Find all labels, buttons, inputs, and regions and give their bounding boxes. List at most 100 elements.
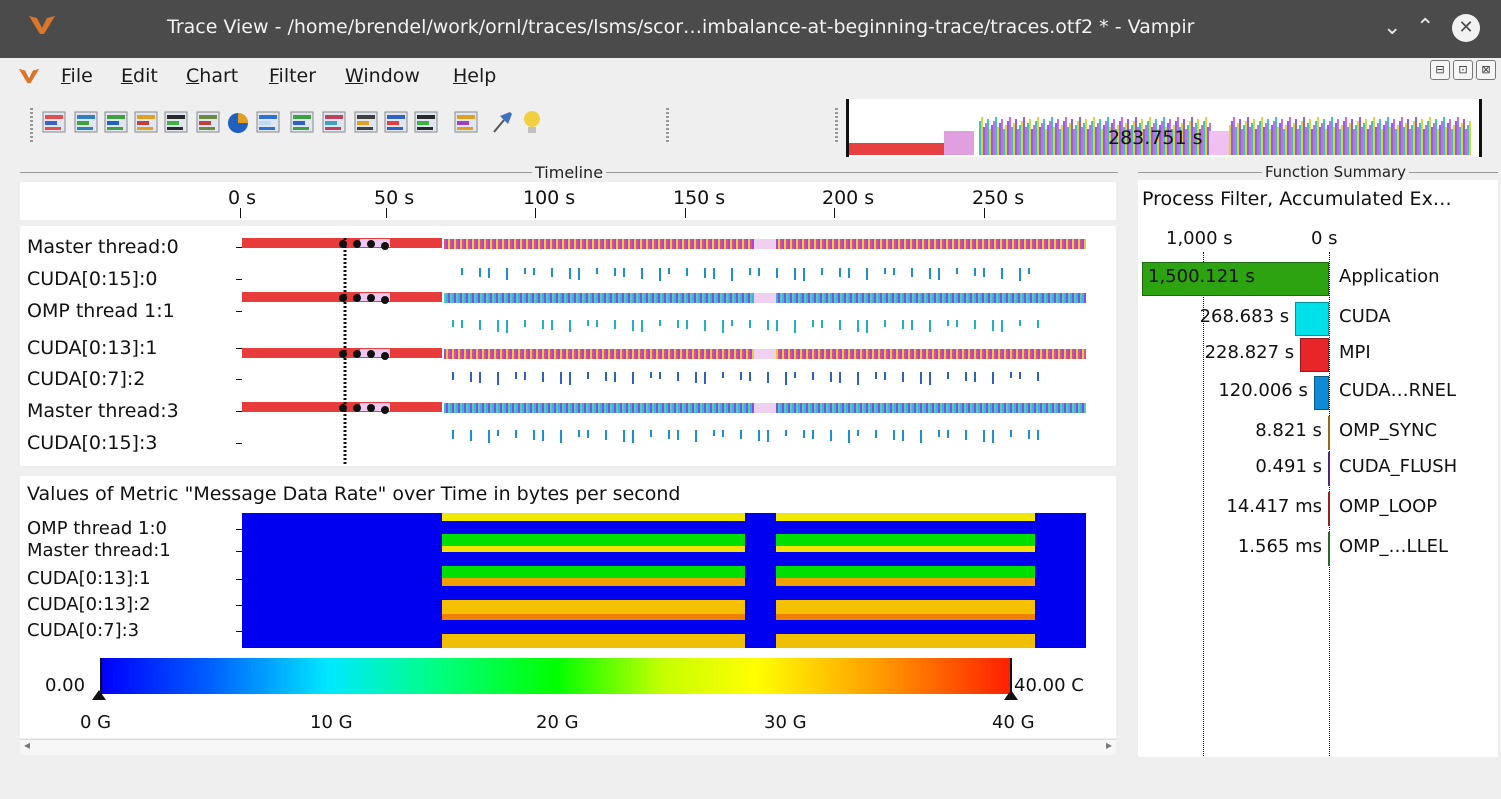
- maximize-button[interactable]: ⌃: [1416, 14, 1434, 42]
- pin-icon[interactable]: [488, 108, 516, 136]
- fs-function-name[interactable]: CUDA…RNEL: [1339, 380, 1456, 401]
- metric-row-label[interactable]: CUDA[0:13]:2: [27, 594, 151, 615]
- metric-band: [442, 578, 745, 586]
- fs-value: 0.491 s: [1255, 456, 1322, 477]
- performance-radar-icon[interactable]: [132, 108, 160, 136]
- time-tick-label: 100 s: [523, 187, 576, 209]
- row-dash: [236, 443, 242, 444]
- metric-band: [776, 566, 1035, 578]
- menu-edit[interactable]: Edit: [121, 65, 158, 87]
- function-summary-subtitle: Process Filter, Accumulated Ex…: [1142, 188, 1452, 210]
- timeline-row-label[interactable]: CUDA[0:7]:2: [27, 368, 145, 390]
- row-dash: [236, 411, 242, 412]
- call-tree-icon[interactable]: [352, 108, 380, 136]
- message-marker: [353, 240, 361, 248]
- fs-axis-label: 0 s: [1311, 228, 1338, 249]
- fs-bar[interactable]: [1295, 302, 1329, 336]
- fs-function-name[interactable]: OMP_SYNC: [1339, 420, 1437, 441]
- message-marker: [353, 350, 361, 358]
- function-legend-icon[interactable]: [382, 108, 410, 136]
- minimize-button[interactable]: ⌄: [1383, 14, 1401, 42]
- fs-bar[interactable]: [1313, 376, 1329, 410]
- toolbar-grip[interactable]: [30, 108, 33, 142]
- menu-chart[interactable]: Chart: [186, 65, 238, 87]
- timeline-row-label[interactable]: CUDA[0:15]:3: [27, 432, 157, 454]
- metric-row-label[interactable]: CUDA[0:7]:3: [27, 620, 139, 641]
- counter-timeline-icon[interactable]: [102, 108, 130, 136]
- colorbar-tick-label: 10 G: [310, 712, 353, 733]
- timeline-row-label[interactable]: Master thread:0: [27, 236, 179, 258]
- scroll-right-icon[interactable]: ▸: [1106, 738, 1112, 752]
- fs-bar[interactable]: [1327, 416, 1330, 450]
- fs-value: 14.417 ms: [1226, 496, 1322, 517]
- row-dash: [236, 551, 242, 552]
- menu-file[interactable]: File: [61, 65, 93, 87]
- colorbar-min-marker-icon[interactable]: [92, 690, 106, 700]
- fs-bar[interactable]: [1328, 452, 1330, 486]
- fs-function-name[interactable]: MPI: [1339, 342, 1371, 363]
- communication-matrix-icon[interactable]: [288, 108, 316, 136]
- master-timeline-icon[interactable]: [40, 108, 68, 136]
- colorbar-max-label: 40.00 C: [1014, 675, 1084, 696]
- menu-help[interactable]: Help: [453, 65, 496, 87]
- fs-axis-label: 1,000 s: [1166, 228, 1233, 249]
- time-tick-label: 0 s: [228, 187, 257, 209]
- colorbar-tick-label: 0 G: [80, 712, 112, 733]
- fs-function-name[interactable]: OMP_…LLEL: [1339, 536, 1448, 557]
- row-dash: [236, 605, 242, 606]
- horizontal-scrollbar[interactable]: ◂ ▸: [20, 738, 1116, 755]
- mdi-restore-button[interactable]: ⊡: [1453, 60, 1473, 80]
- timeline-row-label[interactable]: CUDA[0:15]:0: [27, 268, 157, 290]
- message-marker: [353, 294, 361, 302]
- row-dash: [236, 279, 242, 280]
- time-tick-mark: [386, 208, 387, 218]
- master-timeline[interactable]: [20, 226, 1116, 466]
- metric-row-label[interactable]: OMP thread 1:0: [27, 518, 167, 539]
- fs-value: 268.683 s: [1199, 306, 1290, 327]
- metric-row-label[interactable]: Master thread:1: [27, 540, 171, 561]
- fs-value: 120.006 s: [1218, 380, 1308, 401]
- counter-timeline[interactable]: [20, 476, 1116, 738]
- overview-band: [944, 131, 974, 155]
- message-marker: [353, 404, 361, 412]
- lightbulb-icon[interactable]: [518, 108, 546, 136]
- fs-bar[interactable]: [1300, 338, 1329, 372]
- time-tick-mark: [834, 208, 835, 218]
- fs-function-name[interactable]: CUDA_FLUSH: [1339, 456, 1457, 477]
- marker-view-icon[interactable]: [412, 108, 440, 136]
- color-scale-bar: [100, 658, 1012, 694]
- scroll-left-icon[interactable]: ◂: [24, 738, 30, 752]
- timeline-row-label[interactable]: Master thread:3: [27, 400, 179, 422]
- fs-function-name[interactable]: CUDA: [1339, 306, 1391, 327]
- close-button[interactable]: ✕: [1452, 14, 1480, 42]
- fs-bar[interactable]: [1328, 492, 1330, 526]
- fs-function-name[interactable]: Application: [1339, 266, 1440, 287]
- context-view-icon[interactable]: [254, 108, 282, 136]
- row-dash: [236, 311, 242, 312]
- colorbar-tick-label: 40 G: [992, 712, 1035, 733]
- function-summary-icon[interactable]: [194, 108, 222, 136]
- timeline-row-label[interactable]: OMP thread 1:1: [27, 300, 175, 322]
- pie-chart-icon[interactable]: [224, 108, 252, 136]
- metric-band: [776, 634, 1035, 648]
- mdi-close-button[interactable]: ⊠: [1476, 60, 1496, 80]
- menu-filter[interactable]: Filter: [269, 65, 316, 87]
- fs-bar[interactable]: [1328, 532, 1330, 566]
- io-summary-icon[interactable]: [320, 108, 348, 136]
- summary-timeline-icon[interactable]: [162, 108, 190, 136]
- menu-window[interactable]: Window: [345, 65, 420, 87]
- toolbar-grip[interactable]: [666, 108, 669, 142]
- mdi-minimize-button[interactable]: ⊟: [1430, 60, 1450, 80]
- toolbar-grip[interactable]: [835, 108, 838, 142]
- process-timeline-icon[interactable]: [72, 108, 100, 136]
- metric-band: [442, 513, 745, 521]
- fs-function-name[interactable]: OMP_LOOP: [1339, 496, 1437, 517]
- vampir-menu-logo-icon[interactable]: [18, 67, 40, 85]
- message-marker: [381, 296, 389, 304]
- metric-row-label[interactable]: CUDA[0:13]:1: [27, 568, 151, 589]
- timeline-row-label[interactable]: CUDA[0:13]:1: [27, 337, 157, 359]
- overview-mpi-band: [849, 143, 944, 155]
- menu-bar: File Edit Chart Filter Window Help: [0, 58, 1501, 94]
- colors-icon[interactable]: [452, 108, 480, 136]
- metric-heatmap: [242, 513, 1086, 648]
